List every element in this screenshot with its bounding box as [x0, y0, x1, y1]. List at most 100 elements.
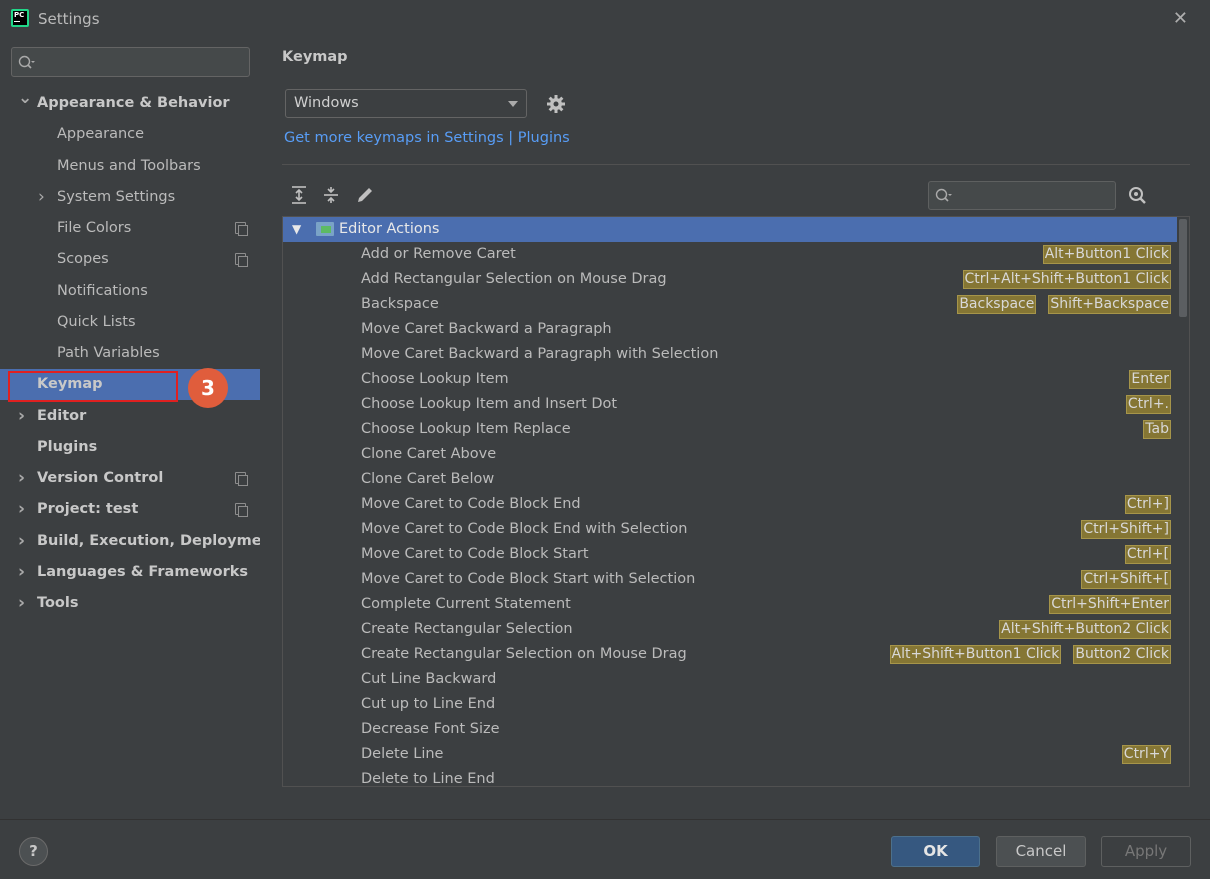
action-row[interactable]: Create Rectangular Selection Alt+Shift+Bu… [283, 617, 1177, 642]
help-button[interactable]: ? [19, 837, 48, 866]
chevron-right-icon[interactable]: › [18, 463, 30, 494]
action-name: Choose Lookup Item and Insert Dot [361, 396, 618, 412]
action-name: Delete Line [361, 746, 444, 762]
close-icon[interactable]: ✕ [1173, 8, 1188, 29]
search-icon [935, 188, 952, 202]
sidebar-item-appearance-behavior[interactable]: ⌄ Appearance & Behavior [0, 88, 260, 119]
sidebar-item-version-control[interactable]: › Version Control [0, 463, 260, 494]
action-name: Move Caret to Code Block Start with Sele… [361, 571, 696, 587]
get-more-keymaps-link[interactable]: Get more keymaps in Settings | Plugins [284, 130, 570, 146]
apply-button[interactable]: Apply [1101, 836, 1191, 867]
scrollbar[interactable] [1177, 217, 1189, 786]
chevron-down-icon[interactable]: ⌄ [18, 83, 32, 114]
group-row-editor-actions[interactable]: ▼ Editor Actions [283, 217, 1177, 242]
chevron-right-icon[interactable]: › [38, 182, 50, 213]
shortcut-badge: Backspace [957, 295, 1037, 314]
sidebar-item-label: Appearance [57, 126, 145, 143]
project-settings-icon [235, 472, 248, 486]
action-row[interactable]: Backspace Backspace Shift+Backspace [283, 292, 1177, 317]
chevron-right-icon[interactable]: › [18, 494, 30, 525]
sidebar-item-notifications[interactable]: Notifications [0, 276, 260, 307]
sidebar-item-label: Version Control [37, 470, 164, 486]
action-row[interactable]: Move Caret Backward a Paragraph [283, 317, 1177, 342]
edit-pencil-icon[interactable] [354, 184, 376, 206]
sidebar-item-path-variables[interactable]: Path Variables [0, 338, 260, 369]
action-row[interactable]: Decrease Font Size [283, 717, 1177, 742]
shortcut-list: Enter [1129, 370, 1171, 389]
chevron-down-icon[interactable]: ▼ [292, 217, 301, 242]
action-row[interactable]: Move Caret to Code Block End with Select… [283, 517, 1177, 542]
chevron-right-icon[interactable]: › [18, 557, 30, 588]
sidebar-item-label: Path Variables [57, 345, 160, 361]
action-row[interactable]: Add or Remove Caret Alt+Button1 Click [283, 242, 1177, 267]
shortcut-list: Tab [1143, 420, 1171, 439]
ok-button[interactable]: OK [891, 836, 980, 867]
action-row[interactable]: Add Rectangular Selection on Mouse Drag C… [283, 267, 1177, 292]
shortcut-badge: Ctrl+[ [1124, 545, 1171, 564]
find-by-shortcut-icon[interactable] [1128, 186, 1148, 206]
action-row[interactable]: Cut Line Backward [283, 667, 1177, 692]
action-row[interactable]: Cut up to Line End [283, 692, 1177, 717]
action-row[interactable]: Clone Caret Above [283, 442, 1177, 467]
sidebar-search-input[interactable] [38, 52, 243, 72]
action-row[interactable]: Choose Lookup Item Enter [283, 367, 1177, 392]
shortcut-badge: Alt+Button1 Click [1042, 245, 1171, 264]
action-row[interactable]: Move Caret to Code Block End Ctrl+] [283, 492, 1177, 517]
sidebar-item-scopes[interactable]: Scopes [0, 244, 260, 275]
chevron-right-icon[interactable]: › [18, 401, 30, 432]
expand-all-icon[interactable] [288, 184, 310, 206]
action-name: Delete to Line End [361, 771, 495, 787]
keymap-select[interactable]: Windows [285, 89, 527, 118]
sidebar-item-system-settings[interactable]: › System Settings [0, 182, 260, 213]
sidebar-item-menus-and-toolbars[interactable]: Menus and Toolbars [0, 151, 260, 182]
action-row[interactable]: Create Rectangular Selection on Mouse Dr… [283, 642, 1177, 667]
action-row[interactable]: Delete to Line End [283, 767, 1177, 787]
action-row[interactable]: Complete Current Statement Ctrl+Shift+Ent… [283, 592, 1177, 617]
action-row[interactable]: Choose Lookup Item Replace Tab [283, 417, 1177, 442]
sidebar-item-editor[interactable]: › Editor [0, 401, 260, 432]
action-name: Add or Remove Caret [361, 246, 516, 262]
action-name: Add Rectangular Selection on Mouse Drag [361, 271, 667, 287]
shortcut-badge: Ctrl+. [1125, 395, 1171, 414]
sidebar-item-quick-lists[interactable]: Quick Lists [0, 307, 260, 338]
action-search[interactable] [928, 181, 1116, 210]
separator [282, 164, 1190, 165]
chevron-down-icon [508, 101, 518, 107]
sidebar-item-label: Quick Lists [57, 313, 136, 330]
action-row[interactable]: Clone Caret Below [283, 467, 1177, 492]
sidebar-item-plugins[interactable]: Plugins [0, 432, 260, 463]
sidebar-item-label: Scopes [57, 251, 109, 268]
action-name: Decrease Font Size [361, 721, 500, 737]
sidebar-item-label: File Colors [57, 220, 132, 236]
shortcut-badge: Ctrl+] [1124, 495, 1171, 514]
action-name: Move Caret to Code Block End [361, 496, 581, 512]
collapse-all-icon[interactable] [320, 184, 342, 206]
action-row[interactable]: Move Caret Backward a Paragraph with Sel… [283, 342, 1177, 367]
action-row[interactable]: Choose Lookup Item and Insert Dot Ctrl+. [283, 392, 1177, 417]
shortcut-list: Alt+Shift+Button1 Click Button2 Click [889, 645, 1171, 664]
action-row[interactable]: Delete Line Ctrl+Y [283, 742, 1177, 767]
shortcut-list: Backspace Shift+Backspace [957, 295, 1171, 314]
sidebar-search[interactable] [11, 47, 250, 77]
chevron-right-icon[interactable]: › [18, 588, 30, 619]
scrollbar-thumb[interactable] [1179, 219, 1187, 317]
sidebar-item-label: Editor [37, 407, 87, 424]
pycharm-app-icon: PC [11, 9, 29, 27]
sidebar-item-build-execution-deployment[interactable]: › Build, Execution, Deployment [0, 526, 279, 557]
sidebar-item-project-test[interactable]: › Project: test [0, 494, 260, 525]
chevron-right-icon[interactable]: › [18, 526, 30, 557]
action-search-input[interactable] [957, 186, 1107, 206]
sidebar-item-file-colors[interactable]: File Colors [0, 213, 260, 244]
shortcut-badge: Ctrl+Shift+Enter [1049, 595, 1171, 614]
action-row[interactable]: Move Caret to Code Block Start Ctrl+[ [283, 542, 1177, 567]
gear-icon[interactable] [546, 94, 566, 114]
shortcut-list: Ctrl+Shift+] [1081, 520, 1171, 539]
shortcut-badge: Button2 Click [1073, 645, 1171, 664]
sidebar-item-tools[interactable]: › Tools [0, 588, 260, 619]
sidebar-item-languages-frameworks[interactable]: › Languages & Frameworks [0, 557, 260, 588]
action-row[interactable]: Move Caret to Code Block Start with Sele… [283, 567, 1177, 592]
cancel-button[interactable]: Cancel [996, 836, 1086, 867]
sidebar-item-appearance[interactable]: Appearance [0, 119, 260, 150]
shortcut-list: Ctrl+. [1125, 395, 1171, 414]
sidebar-item-label: Build, Execution, Deployment [37, 532, 279, 549]
